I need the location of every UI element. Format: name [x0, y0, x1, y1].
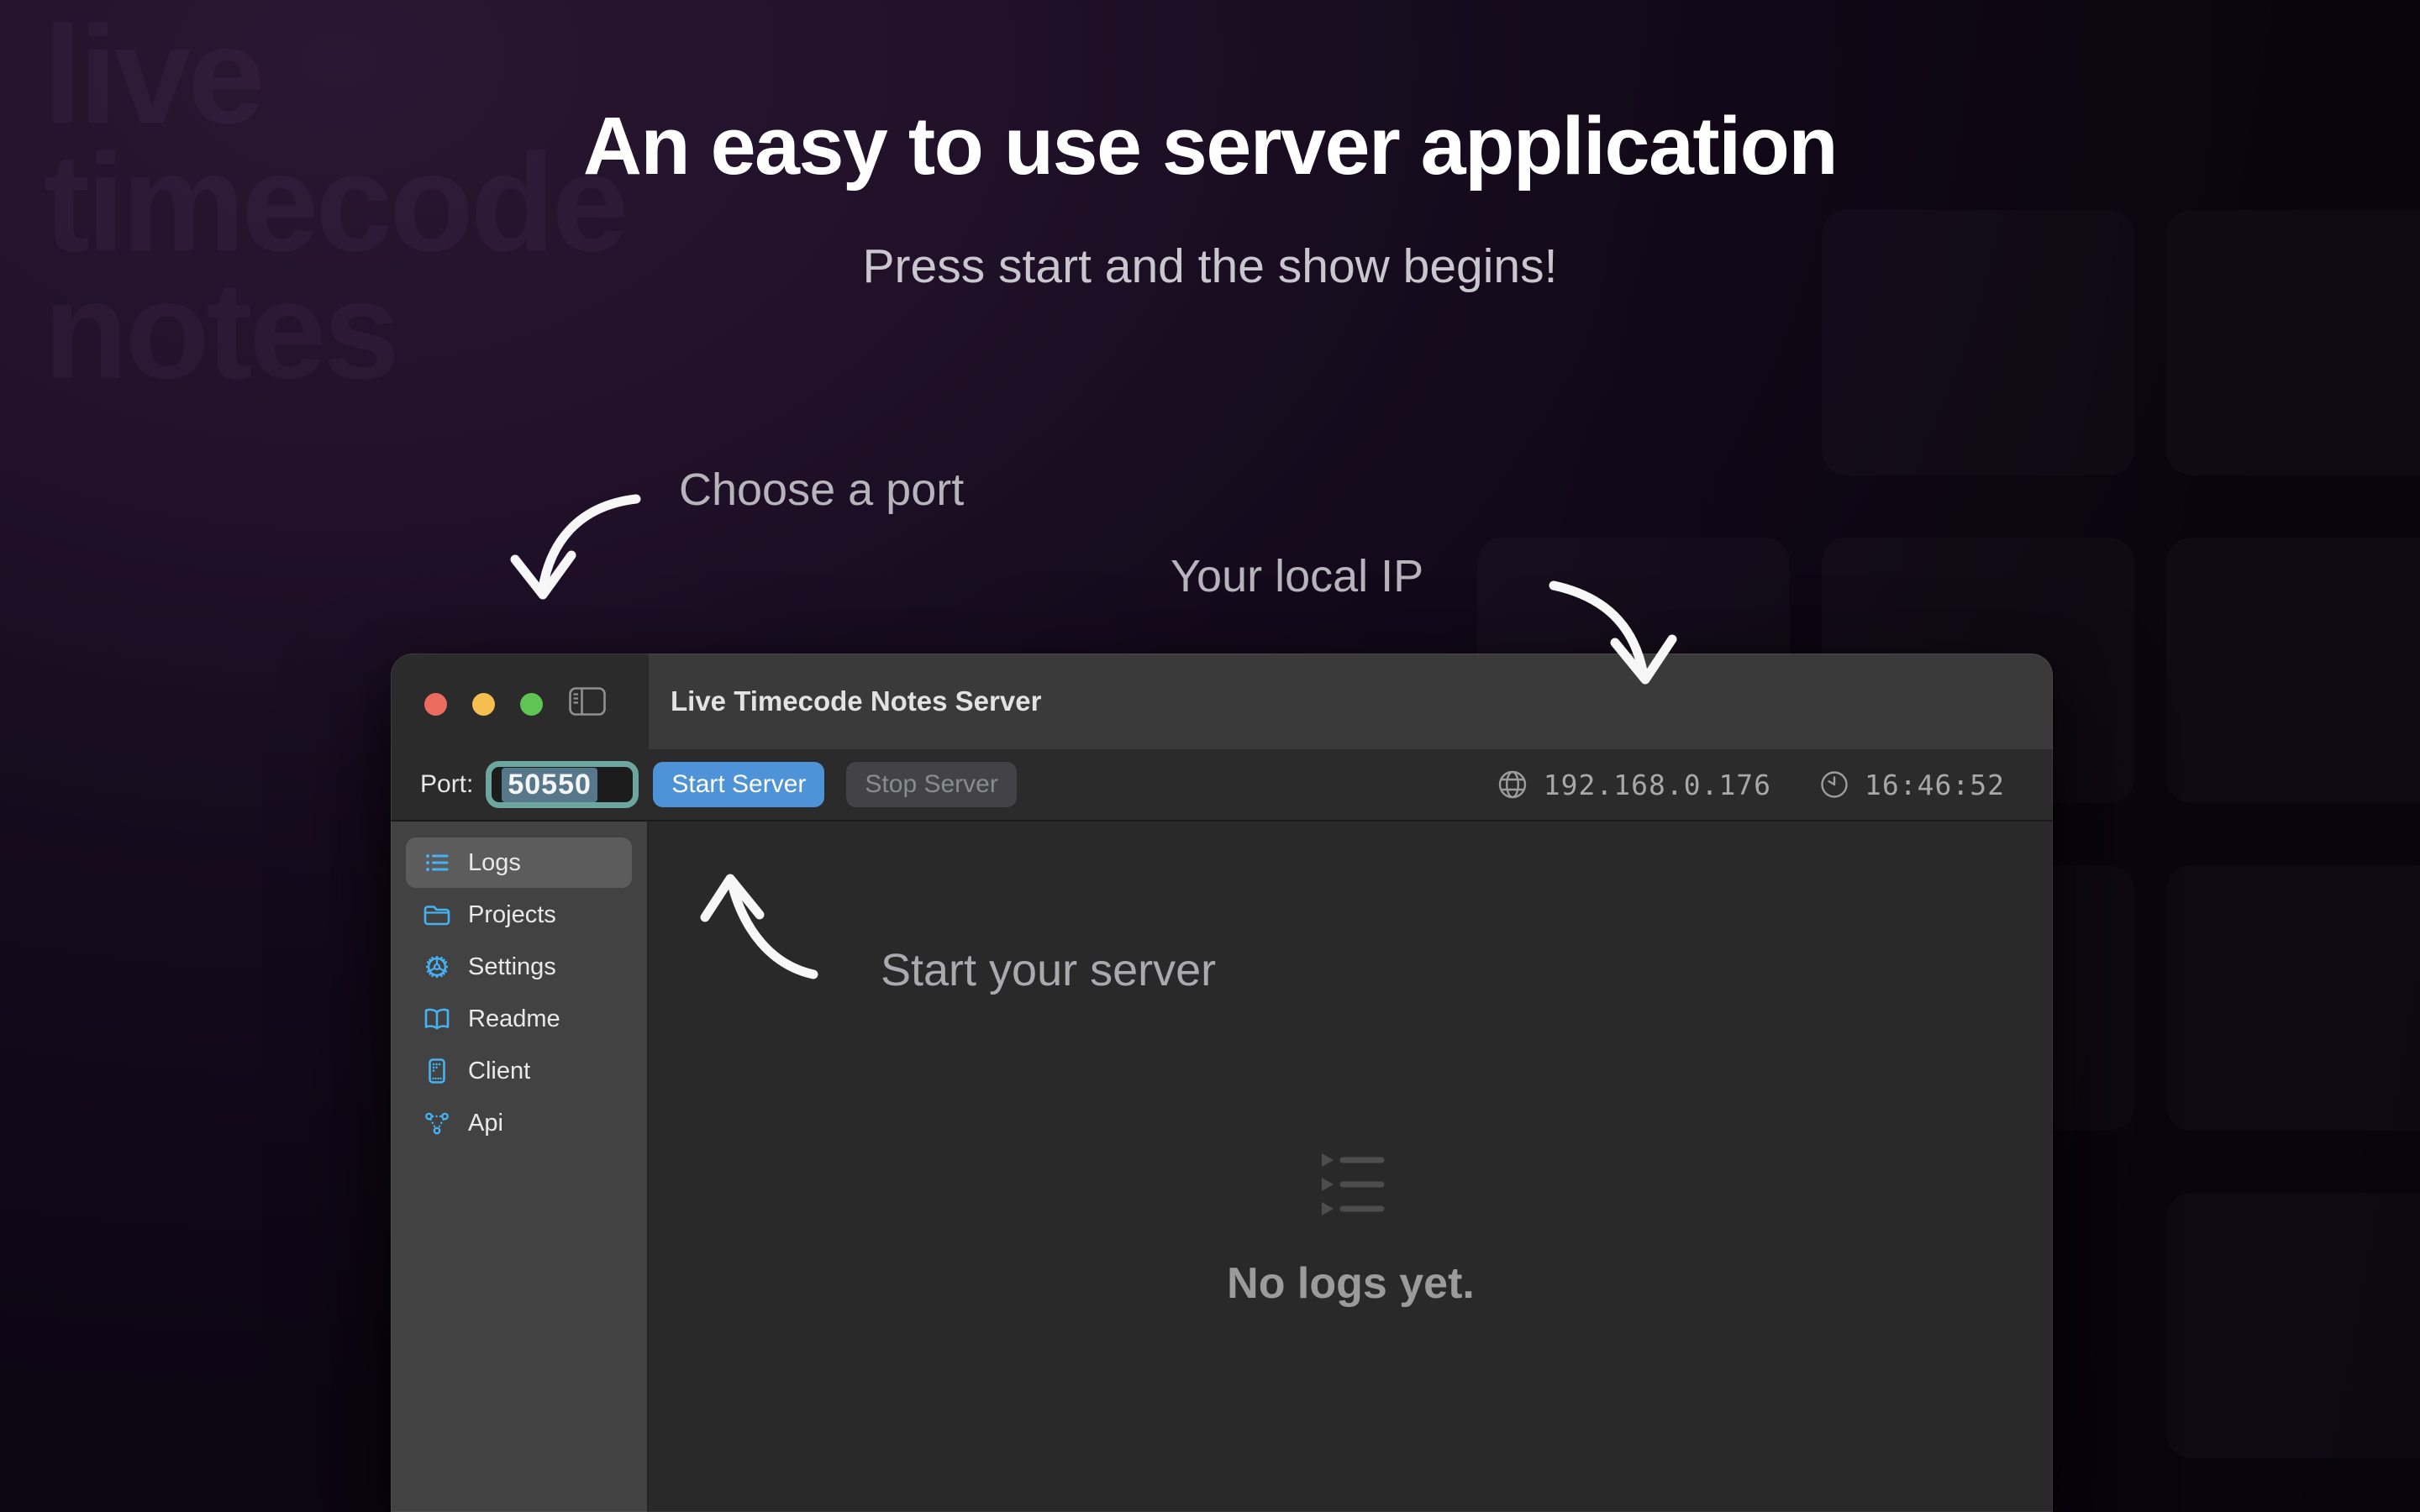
- list-bullet-icon: [423, 848, 451, 877]
- api-nodes-icon: [423, 1109, 451, 1137]
- window-controls: [424, 693, 543, 716]
- sidebar-item-client[interactable]: Client: [406, 1046, 632, 1096]
- logs-content-area: No logs yet.: [649, 822, 2053, 1512]
- window-title: Live Timecode Notes Server: [671, 685, 1041, 717]
- stop-server-button: Stop Server: [846, 762, 1016, 807]
- local-ip-value: 192.168.0.176: [1544, 769, 1771, 801]
- minimize-button[interactable]: [472, 693, 495, 716]
- client-device-icon: [423, 1057, 451, 1085]
- sidebar-item-label: Readme: [468, 1005, 560, 1033]
- sidebar-item-readme[interactable]: Readme: [406, 994, 632, 1044]
- sidebar-item-label: Api: [468, 1110, 503, 1137]
- sidebar-item-projects[interactable]: Projects: [406, 890, 632, 940]
- zoom-button[interactable]: [520, 693, 543, 716]
- folder-icon: [423, 900, 451, 929]
- sidebar-item-label: Settings: [468, 953, 556, 981]
- sidebar-item-label: Projects: [468, 901, 556, 929]
- hero-title: An easy to use server application: [0, 99, 2420, 193]
- status-group: 192.168.0.176 16:46:52: [1496, 768, 2005, 801]
- background-tile: [2166, 538, 2420, 803]
- close-button[interactable]: [424, 693, 447, 716]
- port-input[interactable]: 50550: [486, 761, 639, 808]
- globe-icon: [1496, 768, 1529, 801]
- page-background: live timecode notes An easy to use serve…: [0, 0, 2420, 1512]
- sidebar-item-settings[interactable]: Settings: [406, 942, 632, 992]
- annotation-local-ip: Your local IP: [1171, 550, 1423, 602]
- annotation-start-server: Start your server: [881, 944, 1216, 996]
- empty-state-text: No logs yet.: [1227, 1258, 1475, 1309]
- port-label: Port:: [420, 770, 473, 799]
- brand-watermark: live timecode notes: [44, 12, 625, 394]
- clock-value: 16:46:52: [1865, 769, 2005, 801]
- window-titlebar[interactable]: Live Timecode Notes Server: [649, 654, 2053, 749]
- annotation-choose-port: Choose a port: [679, 464, 964, 516]
- clock-icon: [1818, 769, 1850, 801]
- empty-state: No logs yet.: [649, 1151, 2053, 1309]
- app-window: Live Timecode Notes Server Port: 50550 S…: [391, 654, 2053, 1512]
- sidebar: Logs Projects: [391, 822, 649, 1512]
- port-value: 50550: [502, 768, 597, 802]
- hero-subtitle: Press start and the show begins!: [0, 239, 2420, 294]
- toolbar: Port: 50550 Start Server Stop Server 192…: [391, 749, 2053, 820]
- open-book-icon: [423, 1005, 451, 1033]
- sidebar-toggle-icon[interactable]: [569, 687, 606, 716]
- empty-logs-icon: [1316, 1151, 1386, 1218]
- sidebar-item-logs[interactable]: Logs: [406, 837, 632, 888]
- window-body: Logs Projects: [391, 822, 2053, 1512]
- gear-icon: [423, 953, 451, 981]
- start-server-button[interactable]: Start Server: [653, 762, 824, 807]
- background-tile: [2166, 865, 2420, 1131]
- sidebar-item-label: Client: [468, 1058, 530, 1085]
- curved-arrow-choose-port: [515, 499, 636, 595]
- sidebar-item-label: Logs: [468, 849, 521, 877]
- sidebar-item-api[interactable]: Api: [406, 1098, 632, 1148]
- background-tile: [2166, 1193, 2420, 1458]
